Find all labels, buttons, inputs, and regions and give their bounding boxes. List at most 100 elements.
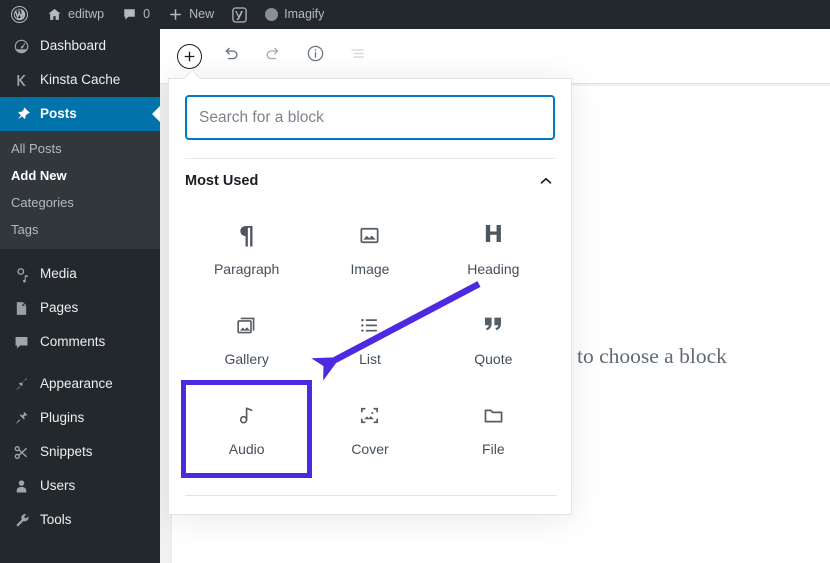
plus-icon	[168, 7, 183, 22]
block-editor: to choose a block Most Used	[160, 29, 830, 563]
site-name-menu[interactable]: editwp	[38, 0, 113, 29]
imagify-label: Imagify	[284, 7, 325, 21]
sidebar-item-kinsta-cache[interactable]: Kinsta Cache	[0, 63, 160, 97]
inserter-footer-divider	[185, 495, 557, 496]
cover-icon	[358, 402, 381, 428]
block-inserter-popover: Most Used ¶ Paragraph	[168, 78, 572, 515]
block-navigation-button[interactable]	[339, 38, 375, 74]
kinsta-icon	[11, 72, 31, 89]
block-item-list[interactable]: List	[308, 294, 431, 384]
info-icon	[306, 44, 325, 68]
sidebar-item-label: Snippets	[40, 444, 93, 460]
admin-sidebar: Dashboard Kinsta Cache Posts All Posts A…	[0, 29, 160, 563]
redo-icon	[263, 44, 283, 69]
sidebar-item-label: Kinsta Cache	[40, 72, 121, 88]
sidebar-subitem-all-posts[interactable]: All Posts	[0, 135, 160, 162]
sidebar-item-posts[interactable]: Posts	[0, 97, 160, 131]
sidebar-item-comments[interactable]: Comments	[0, 325, 160, 359]
sidebar-item-label: Plugins	[40, 410, 85, 426]
paragraph-icon: ¶	[238, 220, 255, 250]
new-content-menu[interactable]: New	[159, 0, 223, 29]
block-item-quote[interactable]: Quote	[432, 294, 555, 384]
sidebar-item-label: Appearance	[40, 376, 113, 392]
comments-menu[interactable]: 0	[113, 0, 159, 29]
pages-icon	[11, 300, 31, 317]
sidebar-item-tools[interactable]: Tools	[0, 503, 160, 537]
comment-bubble-icon	[122, 7, 137, 22]
menu-separator	[0, 249, 160, 257]
imagify-icon	[265, 8, 279, 21]
block-type-grid: ¶ Paragraph Image H Heading Gallery List…	[169, 196, 571, 478]
sidebar-item-label: Media	[40, 266, 77, 282]
new-label: New	[189, 7, 215, 21]
block-label: Gallery	[224, 351, 269, 367]
heading-icon: H	[483, 221, 503, 248]
block-item-image[interactable]: Image	[308, 204, 431, 294]
block-label: Audio	[228, 441, 265, 457]
pin-icon	[11, 106, 31, 123]
redo-button[interactable]	[255, 38, 291, 74]
screen-root: editwp 0 New Imagify Dashboard Kinsta Ca…	[0, 0, 830, 563]
list-view-icon	[348, 44, 367, 68]
block-item-heading[interactable]: H Heading	[432, 204, 555, 294]
menu-separator	[0, 359, 160, 367]
block-label: Quote	[474, 351, 513, 367]
search-input[interactable]	[185, 95, 555, 140]
tools-icon	[11, 512, 31, 529]
block-item-file[interactable]: File	[432, 384, 555, 474]
canvas-placeholder-text: to choose a block	[577, 344, 727, 368]
sidebar-item-plugins[interactable]: Plugins	[0, 401, 160, 435]
block-label: File	[482, 441, 505, 457]
gallery-icon	[235, 312, 258, 338]
media-icon	[11, 266, 31, 283]
popover-pointer-icon	[185, 71, 200, 79]
section-title: Most Used	[185, 173, 259, 189]
sidebar-item-label: Posts	[40, 106, 77, 122]
add-block-inserter-button[interactable]	[171, 38, 207, 74]
most-used-section-header[interactable]: Most Used	[169, 159, 571, 196]
sidebar-subitem-categories[interactable]: Categories	[0, 189, 160, 216]
sidebar-item-users[interactable]: Users	[0, 469, 160, 503]
block-label: Heading	[467, 261, 520, 277]
block-label: Cover	[351, 441, 389, 457]
sidebar-item-label: Comments	[40, 334, 106, 350]
sidebar-subitem-tags[interactable]: Tags	[0, 216, 160, 243]
imagify-menu[interactable]: Imagify	[256, 0, 333, 29]
users-icon	[11, 478, 31, 495]
block-item-gallery[interactable]: Gallery	[185, 294, 308, 384]
plus-circle-icon	[176, 43, 202, 69]
block-label: List	[359, 351, 381, 367]
plugins-icon	[11, 410, 31, 427]
search-container	[169, 79, 571, 140]
sidebar-item-label: Users	[40, 478, 76, 494]
appearance-icon	[11, 376, 31, 393]
wordpress-logo-icon	[11, 6, 28, 23]
block-item-cover[interactable]: Cover	[308, 384, 431, 474]
block-label: Paragraph	[213, 261, 280, 277]
site-name-label: editwp	[68, 7, 105, 21]
editor-toolbar	[160, 29, 830, 84]
sidebar-item-dashboard[interactable]: Dashboard	[0, 29, 160, 63]
sidebar-item-label: Dashboard	[40, 38, 107, 54]
undo-icon	[221, 44, 241, 69]
yoast-seo-menu[interactable]	[223, 0, 256, 29]
admin-bar: editwp 0 New Imagify	[0, 0, 830, 29]
list-icon	[358, 312, 381, 338]
file-icon	[482, 402, 505, 428]
undo-button[interactable]	[213, 38, 249, 74]
chevron-up-icon[interactable]	[537, 172, 555, 190]
audio-icon	[235, 402, 258, 428]
posts-submenu: All Posts Add New Categories Tags	[0, 131, 160, 249]
content-structure-button[interactable]	[297, 38, 333, 74]
block-item-audio[interactable]: Audio	[180, 380, 313, 478]
comments-icon	[11, 334, 31, 351]
sidebar-subitem-add-new[interactable]: Add New	[0, 162, 160, 189]
sidebar-item-snippets[interactable]: Snippets	[0, 435, 160, 469]
sidebar-item-pages[interactable]: Pages	[0, 291, 160, 325]
sidebar-item-label: Tools	[40, 512, 72, 528]
sidebar-item-media[interactable]: Media	[0, 257, 160, 291]
wp-logo-menu[interactable]	[0, 0, 38, 29]
sidebar-item-appearance[interactable]: Appearance	[0, 367, 160, 401]
snippets-icon	[11, 444, 31, 461]
block-item-paragraph[interactable]: ¶ Paragraph	[185, 204, 308, 294]
